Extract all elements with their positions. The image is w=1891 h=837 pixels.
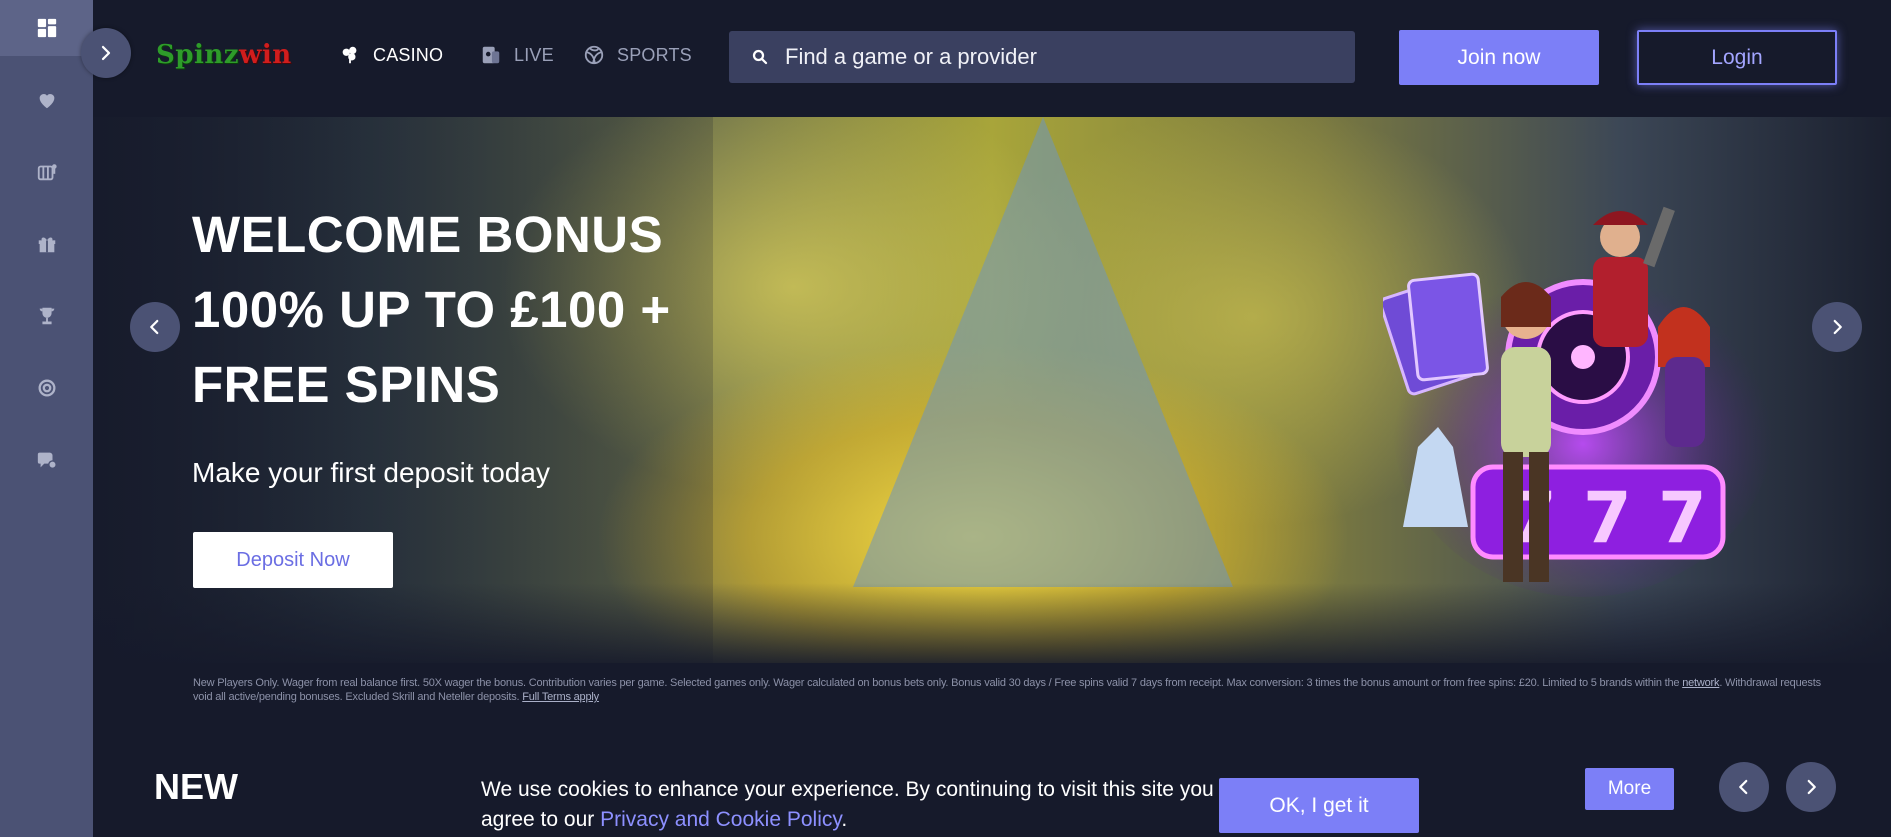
support-chat-icon xyxy=(37,452,57,469)
hero-title-line-1: WELCOME BONUS xyxy=(192,206,664,263)
logo-text-win: win xyxy=(239,40,292,70)
login-button[interactable]: Login xyxy=(1637,30,1837,85)
sidebar-item-tournaments[interactable] xyxy=(0,288,93,344)
network-link[interactable]: network xyxy=(1682,677,1719,689)
heart-icon xyxy=(39,94,54,109)
sidebar-item-support[interactable] xyxy=(0,432,93,488)
casino-characters-illustration: 7 7 7 xyxy=(1383,206,1773,597)
games-prev-button[interactable] xyxy=(1719,762,1769,812)
trophy-icon xyxy=(39,307,54,325)
nav-sports[interactable]: SPORTS xyxy=(583,44,692,66)
hero-title-line-2: 100% UP TO £100 + xyxy=(192,281,671,338)
chevron-left-icon xyxy=(150,319,159,335)
target-icon xyxy=(38,379,55,397)
sidebar-item-slots[interactable] xyxy=(0,144,93,200)
hero-banner: WELCOME BONUS 100% UP TO £100 + FREE SPI… xyxy=(93,117,1891,663)
search-icon xyxy=(752,49,768,65)
full-terms-link[interactable]: Full Terms apply xyxy=(522,691,599,703)
hero-subtitle: Make your first deposit today xyxy=(192,457,550,488)
sidebar-item-favourites[interactable] xyxy=(0,72,93,128)
nav-live[interactable]: LIVE xyxy=(480,44,554,66)
sidebar-item-challenges[interactable] xyxy=(0,360,93,416)
new-games-heading: NEW xyxy=(154,766,238,807)
sidebar-item-promotions[interactable] xyxy=(0,216,93,272)
search-input[interactable] xyxy=(785,44,1325,70)
join-now-button[interactable]: Join now xyxy=(1399,30,1599,85)
more-button[interactable]: More xyxy=(1585,768,1674,810)
chevron-right-icon xyxy=(1807,779,1816,795)
chevron-right-icon xyxy=(1833,319,1842,335)
hero-title: WELCOME BONUS 100% UP TO £100 + FREE SPI… xyxy=(192,197,671,422)
privacy-policy-link[interactable]: Privacy and Cookie Policy xyxy=(600,808,841,831)
sidebar xyxy=(0,0,93,837)
nav-sports-label: SPORTS xyxy=(617,44,692,65)
hero-title-line-3: FREE SPINS xyxy=(192,356,501,413)
top-header: Spinzwin CASINO LIVE SPORTS Join now Log… xyxy=(93,0,1891,117)
cookie-accept-button[interactable]: OK, I get it xyxy=(1219,778,1419,833)
sports-ball-icon xyxy=(584,45,604,65)
logo-text-spinz: Spinz xyxy=(156,40,240,70)
svg-text:7: 7 xyxy=(1658,477,1707,559)
dashboard-icon xyxy=(37,18,56,38)
nav-casino-label: CASINO xyxy=(373,44,444,65)
spinzwin-logo[interactable]: Spinzwin xyxy=(156,40,292,70)
slot-machine-icon xyxy=(37,164,57,181)
cards-club-icon xyxy=(342,46,357,64)
svg-text:7: 7 xyxy=(1583,477,1632,559)
hero-prev-button[interactable] xyxy=(130,302,180,352)
search-bar[interactable] xyxy=(729,31,1355,83)
bonus-terms: New Players Only. Wager from real balanc… xyxy=(193,676,1833,704)
cookie-message: We use cookies to enhance your experienc… xyxy=(481,775,1221,835)
chevron-right-icon xyxy=(101,45,111,61)
cookie-suffix: . xyxy=(841,808,848,831)
gift-icon xyxy=(38,237,55,253)
chevron-left-icon xyxy=(1739,779,1748,795)
live-cards-icon xyxy=(482,46,500,64)
terms-text-1: New Players Only. Wager from real balanc… xyxy=(193,677,1683,689)
sidebar-item-dashboard[interactable] xyxy=(0,0,93,56)
nav-live-label: LIVE xyxy=(514,44,554,65)
games-next-button[interactable] xyxy=(1786,762,1836,812)
nav-casino[interactable]: CASINO xyxy=(339,44,443,66)
deposit-now-button[interactable]: Deposit Now xyxy=(193,532,393,588)
cookie-text: We use cookies to enhance your experienc… xyxy=(481,778,1214,831)
hero-background-pyramid xyxy=(853,117,1233,587)
hero-next-button[interactable] xyxy=(1812,302,1862,352)
sidebar-toggle-button[interactable] xyxy=(81,28,131,78)
